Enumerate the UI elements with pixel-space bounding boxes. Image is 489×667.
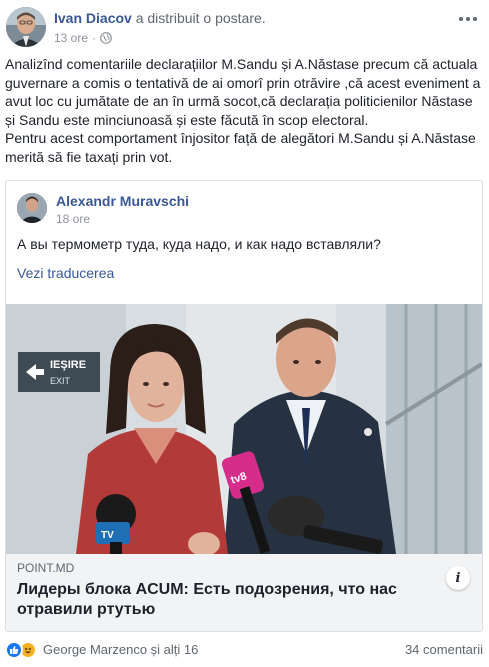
- shared-author-avatar[interactable]: [17, 193, 47, 223]
- info-icon[interactable]: i: [446, 566, 470, 590]
- post-timestamp[interactable]: 13 ore: [54, 31, 88, 45]
- shared-content-box: Alexandr Muravschi 18 ore А вы термометр…: [5, 180, 483, 632]
- author-avatar-image: [6, 7, 46, 47]
- header-title-line: Ivan Diacov a distribuit o postare.: [54, 10, 266, 26]
- shared-post-card: Ivan Diacov a distribuit o postare. 13 o…: [0, 0, 489, 667]
- shared-author-avatar-image: [17, 193, 47, 223]
- post-text-paragraph: Pentru acest comportament înjositor față…: [5, 130, 476, 165]
- reaction-icons[interactable]: [5, 641, 37, 659]
- post-meta: 13 ore ·: [54, 31, 112, 45]
- globe-icon[interactable]: [100, 32, 112, 44]
- article-link-caption[interactable]: POINT.MD Лидеры блока ACUM: Есть подозре…: [6, 554, 482, 631]
- exit-sign-subtext: EXIT: [50, 376, 71, 386]
- article-title[interactable]: Лидеры блока ACUM: Есть подозрения, что …: [17, 580, 437, 620]
- post-text-paragraph: Analizînd comentariile declarațiilor M.S…: [5, 56, 481, 128]
- like-icon: [5, 641, 23, 659]
- article-photo[interactable]: IEŞIRE EXIT tv8 TV: [6, 304, 482, 554]
- author-name[interactable]: Ivan Diacov: [54, 10, 132, 26]
- comments-count[interactable]: 34 comentarii: [405, 642, 483, 657]
- article-source: POINT.MD: [17, 561, 75, 575]
- shared-timestamp[interactable]: 18 ore: [56, 212, 90, 226]
- author-avatar[interactable]: [6, 7, 46, 47]
- reactors-summary[interactable]: George Marzenco și alți 16: [43, 642, 198, 657]
- post-header: Ivan Diacov a distribuit o postare. 13 o…: [6, 7, 482, 47]
- post-footer: George Marzenco și alți 16 34 comentarii: [5, 640, 483, 660]
- exit-sign-text: IEŞIRE: [50, 359, 86, 371]
- article-photo-image: IEŞIRE EXIT tv8 TV: [6, 304, 482, 554]
- meta-separator: ·: [92, 31, 97, 45]
- post-text: Analizînd comentariile declarațiilor M.S…: [5, 55, 483, 167]
- see-translation-link[interactable]: Vezi traducerea: [17, 265, 114, 281]
- more-options-icon[interactable]: [456, 11, 480, 27]
- shared-post-text: А вы термометр туда, куда надо, и как на…: [17, 236, 381, 252]
- microphone-label-2: TV: [101, 530, 114, 541]
- shared-author-name[interactable]: Alexandr Muravschi: [56, 193, 189, 209]
- post-action-text: a distribuit o postare.: [135, 10, 266, 26]
